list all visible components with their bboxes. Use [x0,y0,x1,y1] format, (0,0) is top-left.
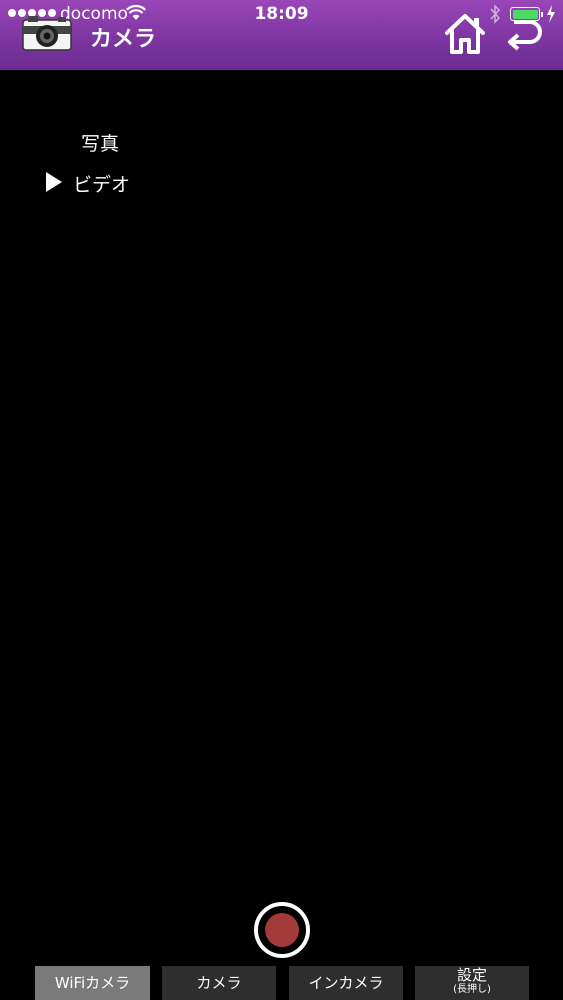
camera-icon [22,16,72,51]
tab-label: WiFiカメラ [54,974,131,992]
tab-camera[interactable]: カメラ [162,966,276,1000]
tab-sublabel: (長押し) [453,984,491,995]
home-icon[interactable] [443,12,487,56]
tab-in-camera[interactable]: インカメラ [289,966,403,1000]
tab-settings[interactable]: 設定 (長押し) [415,966,529,1000]
tab-label: インカメラ [308,974,384,992]
record-dot-icon [265,913,299,947]
app-header: docomo 18:09 カメラ [0,0,563,70]
tab-label: 設定 [456,966,487,984]
charging-icon [547,5,555,23]
record-button[interactable] [254,902,310,958]
mode-item-photo[interactable]: 写真 [81,129,119,156]
selected-arrow-icon [46,172,62,192]
page-title: カメラ [90,27,157,52]
back-icon[interactable] [505,14,545,54]
tab-wifi-camera[interactable]: WiFiカメラ [35,966,150,1000]
bluetooth-icon [490,4,501,24]
tab-label: カメラ [196,974,242,992]
mode-item-video[interactable]: ビデオ [73,170,130,197]
